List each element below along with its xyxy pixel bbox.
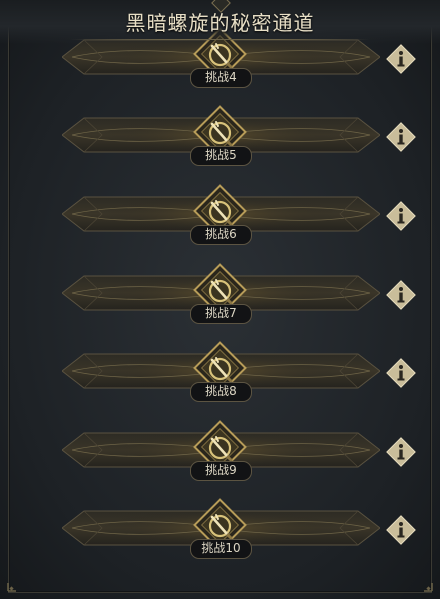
challenge-row-7[interactable]: 挑战7 xyxy=(0,254,440,332)
challenge-row-10[interactable]: 挑战10 xyxy=(0,489,440,567)
challenge-label: 挑战4 xyxy=(190,68,252,88)
challenge-row-5[interactable]: 挑战5 xyxy=(0,96,440,174)
challenge-row-8[interactable]: 挑战8 xyxy=(0,332,440,410)
challenge-label: 挑战8 xyxy=(190,382,252,402)
corner-ornament-icon xyxy=(7,583,16,592)
challenge-list[interactable]: 挑战4 挑战5 挑战6 挑战7 挑战8 挑战9 挑战10 xyxy=(0,0,440,599)
info-icon[interactable] xyxy=(384,278,418,312)
info-icon[interactable] xyxy=(384,42,418,76)
challenge-label: 挑战7 xyxy=(190,304,252,324)
header-divider xyxy=(70,39,370,40)
info-icon[interactable] xyxy=(384,356,418,390)
challenge-row-6[interactable]: 挑战6 xyxy=(0,175,440,253)
challenge-label: 挑战6 xyxy=(190,225,252,245)
challenge-row-9[interactable]: 挑战9 xyxy=(0,411,440,489)
info-icon[interactable] xyxy=(384,199,418,233)
challenge-panel: 挑战4 挑战5 挑战6 挑战7 挑战8 挑战9 挑战10 黑暗螺旋的秘密通道 xyxy=(0,0,440,599)
challenge-label: 挑战9 xyxy=(190,461,252,481)
info-icon[interactable] xyxy=(384,120,418,154)
corner-ornament-icon xyxy=(424,583,433,592)
challenge-label: 挑战5 xyxy=(190,146,252,166)
challenge-label: 挑战10 xyxy=(190,539,252,559)
info-icon[interactable] xyxy=(384,513,418,547)
info-icon[interactable] xyxy=(384,435,418,469)
header: 黑暗螺旋的秘密通道 xyxy=(0,0,440,44)
